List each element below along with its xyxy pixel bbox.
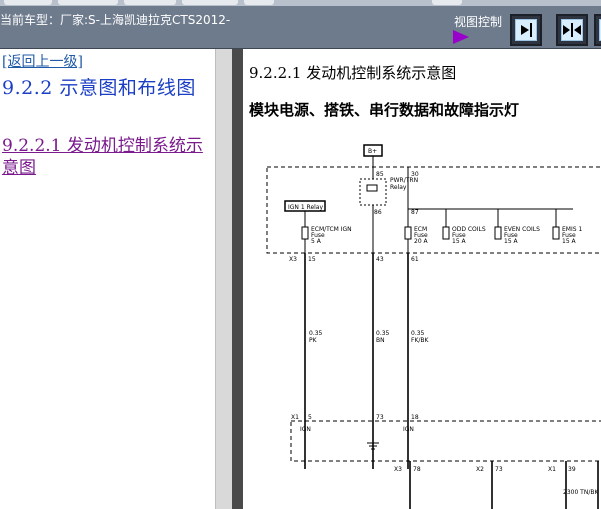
- svg-text:PK: PK: [309, 337, 318, 344]
- connector-x3: X3: [289, 256, 297, 263]
- svg-text:FK/BK: FK/BK: [411, 337, 430, 344]
- svg-text:15 A: 15 A: [504, 238, 519, 245]
- back-link[interactable]: [返回上一级]: [2, 51, 83, 71]
- arrow-right-bar-icon: [521, 23, 532, 37]
- nav-heading[interactable]: 9.2.2 示意图和布线图: [2, 77, 212, 99]
- svg-text:X2: X2: [476, 466, 484, 473]
- svg-text:0.35: 0.35: [309, 330, 323, 337]
- svg-text:X3: X3: [394, 466, 402, 473]
- relay-name: PWR/TRN: [390, 177, 418, 184]
- svg-text:15 A: 15 A: [562, 238, 577, 245]
- relay-outline: [359, 178, 387, 206]
- fuse-even-coils: EVEN COILS Fuse 15 A: [494, 209, 540, 245]
- svg-text:IGN: IGN: [300, 426, 311, 433]
- svg-text:0.35: 0.35: [376, 330, 390, 337]
- connector-pin-15: 15: [308, 256, 316, 263]
- svg-text:20 A: 20 A: [414, 238, 429, 245]
- ign-relay-label: IGN 1 Relay: [288, 204, 323, 211]
- module-outline: [290, 420, 601, 462]
- view-control-label: 视图控制: [454, 15, 503, 29]
- bottom-wire-label: 2300 TN/BK: [563, 489, 599, 496]
- fuse-emis-1: EMIS 1 Fuse 15 A: [552, 209, 582, 245]
- module-pin-73: 73: [376, 414, 384, 421]
- play-icon[interactable]: [453, 30, 469, 44]
- document-title: 9.2.2.1 发动机控制系统示意图: [249, 64, 457, 82]
- svg-text:73: 73: [495, 466, 503, 473]
- document-pane: 9.2.2.1 发动机控制系统示意图 模块电源、搭铁、串行数据和故障指示灯 B+…: [243, 49, 601, 509]
- svg-text:5 A: 5 A: [311, 238, 322, 245]
- pane-splitter[interactable]: [215, 49, 232, 509]
- relay-pin-86: 86: [374, 209, 382, 216]
- svg-text:39: 39: [568, 466, 576, 473]
- svg-text:78: 78: [413, 466, 421, 473]
- tab-strip: [0, 0, 601, 6]
- expand-button[interactable]: [594, 14, 601, 46]
- connector-pin-61: 61: [411, 256, 419, 263]
- module-pin-5: 5: [308, 414, 312, 421]
- toolbar: 当前车型：厂家:S-上海凯迪拉克CTS2012- 视图控制: [0, 0, 601, 49]
- svg-text:BN: BN: [376, 337, 385, 344]
- svg-text:IGN: IGN: [403, 426, 414, 433]
- relay-pin-85: 85: [376, 171, 384, 178]
- fuse-ecm-tcm-ign: ECM/TCM IGN Fuse 5 A: [301, 226, 352, 245]
- fuse-odd-coils: ODD COILS Fuse 15 A: [442, 209, 486, 245]
- pane-divider: [232, 49, 243, 509]
- relay-sub: Relay: [390, 184, 407, 191]
- relay-coil: [366, 184, 378, 192]
- connector-pin-43: 43: [376, 256, 384, 263]
- wiring-diagram: B+ PWR/TRN Relay 85 30 86 87 IGN 1 Relay…: [266, 144, 601, 509]
- document-subtitle: 模块电源、搭铁、串行数据和故障指示灯: [249, 101, 520, 119]
- svg-text:X1: X1: [548, 466, 556, 473]
- battery-label: B+: [368, 148, 377, 155]
- vehicle-label: 当前车型：厂家:S-上海凯迪拉克CTS2012-: [0, 13, 231, 27]
- collapse-left-button[interactable]: [510, 14, 542, 46]
- arrows-inward-icon: [563, 23, 581, 37]
- relay-pin-30: 30: [411, 171, 419, 178]
- nav-current-item[interactable]: 9.2.2.1 发动机控制系统示意图: [2, 135, 212, 179]
- navigation-pane: [返回上一级] 9.2.2 示意图和布线图 9.2.2.1 发动机控制系统示意图: [0, 49, 215, 509]
- split-view-button[interactable]: [556, 14, 588, 46]
- relay-pin-87: 87: [411, 209, 419, 216]
- module-pin-18: 18: [411, 414, 419, 421]
- svg-text:0.35: 0.35: [411, 330, 425, 337]
- svg-text:15 A: 15 A: [452, 238, 467, 245]
- connector-x1: X1: [291, 414, 299, 421]
